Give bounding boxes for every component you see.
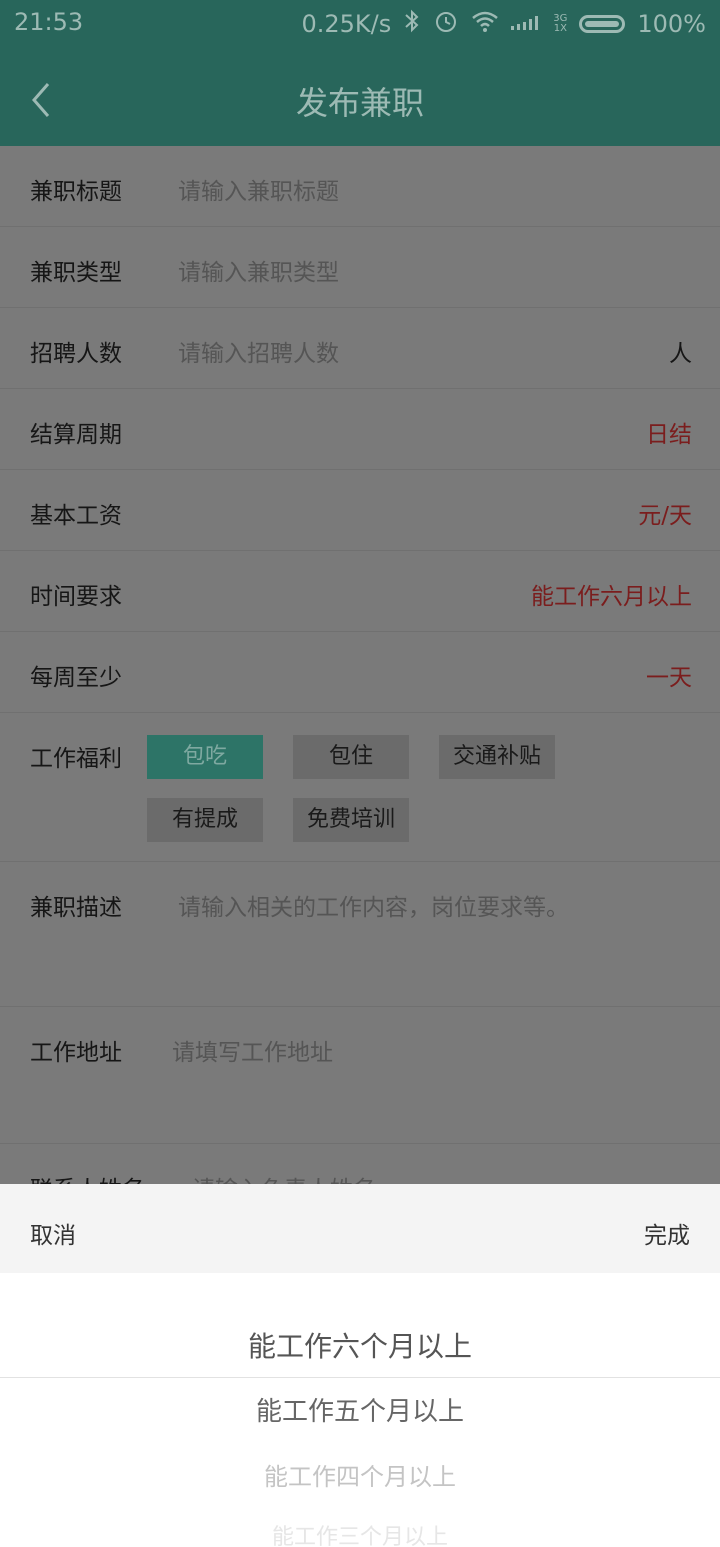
type-row[interactable]: 兼职类型 请输入兼职类型 <box>0 227 720 308</box>
week-label: 每周至少 <box>30 665 122 691</box>
count-input[interactable]: 请输入招聘人数 <box>178 334 339 368</box>
picker-option[interactable]: 能工作五个月以上 <box>0 1391 720 1428</box>
benefits-row: 工作福利 包吃 包住 交通补贴 有提成 免费培训 <box>0 713 720 862</box>
status-icons: 0.25K/s 3G 1X 100% <box>301 8 706 40</box>
alarm-icon <box>433 8 459 40</box>
description-row[interactable]: 兼职描述 请输入相关的工作内容，岗位要求等。 <box>0 862 720 1007</box>
time-picker-wheel[interactable]: 能工作六个月以上 能工作五个月以上 能工作四个月以上 能工作三个月以上 <box>0 1273 720 1547</box>
description-label: 兼职描述 <box>30 895 122 921</box>
battery-level: 100% <box>637 10 706 38</box>
time-label: 时间要求 <box>30 584 122 610</box>
salary-label: 基本工资 <box>30 503 122 529</box>
time-row[interactable]: 时间要求 能工作六月以上 <box>0 551 720 632</box>
bluetooth-icon <box>403 9 421 39</box>
status-time: 21:53 <box>14 8 84 36</box>
address-input[interactable]: 请填写工作地址 <box>172 1033 333 1067</box>
signal-icon <box>511 10 541 38</box>
type-label: 兼职类型 <box>30 260 122 286</box>
done-button[interactable]: 完成 <box>644 1216 690 1250</box>
picker-toolbar: 取消 完成 <box>0 1184 720 1273</box>
benefit-chip-transport[interactable]: 交通补贴 <box>439 735 555 779</box>
cycle-value[interactable]: 日结 <box>646 415 692 449</box>
wifi-icon <box>471 9 499 39</box>
count-label: 招聘人数 <box>30 341 122 367</box>
network-type-bottom: 1X <box>553 23 567 34</box>
address-label: 工作地址 <box>30 1040 122 1066</box>
cancel-button[interactable]: 取消 <box>30 1216 76 1250</box>
picker-option[interactable]: 能工作六个月以上 <box>0 1325 720 1365</box>
benefit-chip-housing[interactable]: 包住 <box>293 735 409 779</box>
benefit-chip-meals[interactable]: 包吃 <box>147 735 263 779</box>
week-row[interactable]: 每周至少 一天 <box>0 632 720 713</box>
network-type: 3G 1X <box>553 14 567 34</box>
benefit-chip-commission[interactable]: 有提成 <box>147 798 263 842</box>
page-title: 发布兼职 <box>295 84 424 122</box>
title-row[interactable]: 兼职标题 请输入兼职标题 <box>0 146 720 227</box>
title-label: 兼职标题 <box>30 179 122 205</box>
battery-icon <box>579 15 626 33</box>
title-input[interactable]: 请输入兼职标题 <box>178 172 339 206</box>
salary-value[interactable]: 元/天 <box>638 496 692 530</box>
description-input[interactable]: 请输入相关的工作内容，岗位要求等。 <box>178 888 569 922</box>
address-row[interactable]: 工作地址 请填写工作地址 <box>0 1007 720 1144</box>
count-unit: 人 <box>669 341 692 367</box>
picker-sheet: 取消 完成 能工作六个月以上 能工作五个月以上 能工作四个月以上 能工作三个月以… <box>0 1184 720 1547</box>
title-bar: 发布兼职 <box>0 52 720 146</box>
picker-option[interactable]: 能工作四个月以上 <box>0 1457 720 1492</box>
count-row[interactable]: 招聘人数 请输入招聘人数 人 <box>0 308 720 389</box>
cycle-row[interactable]: 结算周期 日结 <box>0 389 720 470</box>
cycle-label: 结算周期 <box>30 422 122 448</box>
picker-option[interactable]: 能工作三个月以上 <box>0 1519 720 1547</box>
benefit-chip-training[interactable]: 免费培训 <box>293 798 409 842</box>
job-form: 兼职标题 请输入兼职标题 兼职类型 请输入兼职类型 招聘人数 请输入招聘人数 人… <box>0 146 720 1204</box>
salary-row[interactable]: 基本工资 元/天 <box>0 470 720 551</box>
benefits-label: 工作福利 <box>30 746 122 772</box>
type-input[interactable]: 请输入兼职类型 <box>178 253 339 287</box>
status-bar: 21:53 0.25K/s 3G 1X 100% <box>0 0 720 52</box>
week-value[interactable]: 一天 <box>646 658 692 692</box>
network-speed: 0.25K/s <box>301 10 392 38</box>
picker-divider <box>0 1377 720 1378</box>
time-value[interactable]: 能工作六月以上 <box>531 577 692 611</box>
